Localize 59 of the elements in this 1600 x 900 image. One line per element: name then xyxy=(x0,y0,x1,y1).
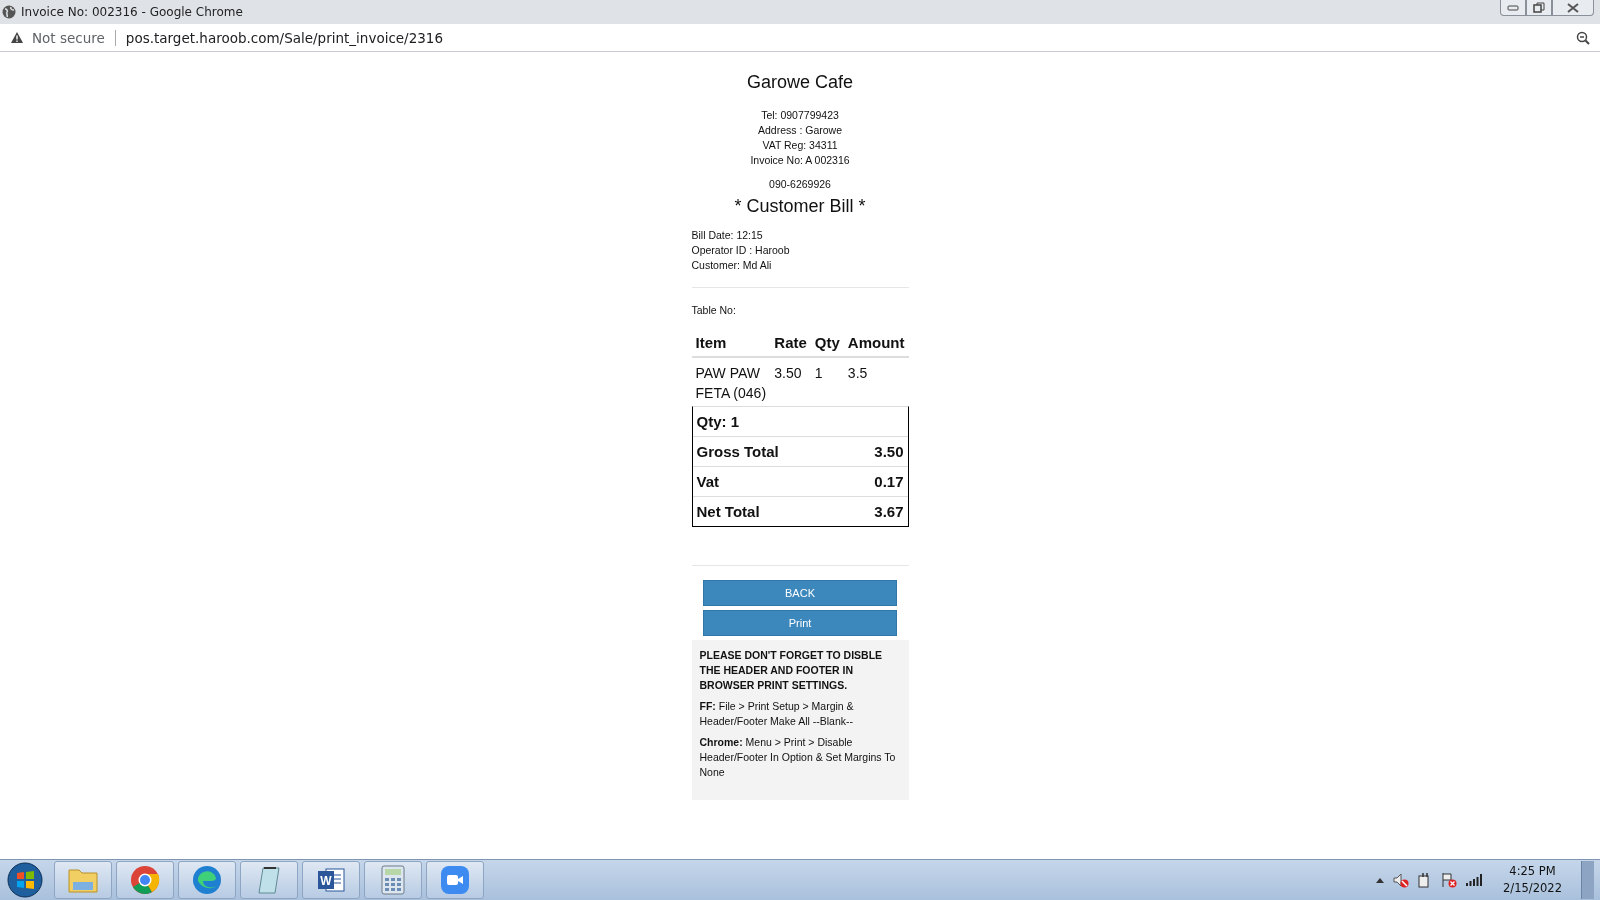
total-value: 0.17 xyxy=(874,473,904,490)
flag-icon[interactable] xyxy=(1441,872,1458,888)
muted-speaker-icon[interactable] xyxy=(1393,872,1410,888)
total-label: Net Total xyxy=(696,503,760,520)
restore-button[interactable] xyxy=(1526,0,1552,16)
quantity-total: Qty: 1 xyxy=(696,413,739,430)
bill-info-line: Operator ID : Haroob xyxy=(691,243,791,258)
column-header: Amount xyxy=(843,330,909,357)
calculator-icon[interactable] xyxy=(381,865,405,895)
chrome-icon[interactable] xyxy=(130,865,160,895)
taskbar-button[interactable] xyxy=(116,861,174,899)
shop-name: Garowe Cafe xyxy=(745,72,855,93)
close-icon[interactable] xyxy=(1567,2,1579,13)
taskbar-button[interactable] xyxy=(364,861,422,899)
clock-time[interactable]: 4:25 PM xyxy=(1509,863,1556,880)
minimize-button[interactable] xyxy=(1500,0,1526,16)
security-label[interactable]: Not secure xyxy=(32,29,105,46)
minimize-icon[interactable] xyxy=(1507,4,1519,11)
restore-icon[interactable] xyxy=(1533,2,1545,13)
column-header: Item xyxy=(691,330,771,357)
clock-date[interactable]: 2/15/2022 xyxy=(1503,880,1562,897)
taskbar-button[interactable] xyxy=(178,861,236,899)
column-header: Rate xyxy=(770,330,811,357)
notice-text: FF: File > Print Setup > Margin & Header/Footer Make All --Blank-- xyxy=(699,699,855,729)
window-title: Invoice No: 002316 - Google Chrome xyxy=(21,5,243,19)
bill-title: * Customer Bill * xyxy=(733,196,867,217)
shop-info-line: Tel: 0907799423 xyxy=(760,108,840,123)
warning-icon xyxy=(10,31,24,44)
table-cell: PAW PAW FETA (046) xyxy=(691,357,771,406)
total-label: Vat xyxy=(696,473,719,490)
video-camera-icon[interactable] xyxy=(440,865,470,895)
table-number-label: Table No: xyxy=(691,304,737,316)
action-button[interactable]: Print xyxy=(703,610,897,636)
shop-info-line: VAT Reg: 34311 xyxy=(761,138,839,153)
taskbar-button[interactable]: W xyxy=(302,861,360,899)
zoom-out-icon[interactable] xyxy=(1576,30,1590,45)
notepad-icon[interactable] xyxy=(255,865,283,895)
address-field[interactable]: pos.target.haroob.com/Sale/print_invoice/2316 xyxy=(125,29,1576,46)
taskbar-button[interactable] xyxy=(426,861,484,899)
column-header: Qty xyxy=(810,330,844,357)
shop-info-line: Address : Garowe xyxy=(756,123,843,138)
start-button[interactable] xyxy=(7,862,43,898)
action-button[interactable]: BACK xyxy=(703,580,897,606)
table-cell: 1 xyxy=(810,357,844,406)
notice-text: Chrome: Menu > Print > Disable Header/Footer In Option & Set Margins To None xyxy=(699,735,897,780)
shop-info-line: Invoice No: A 002316 xyxy=(749,153,851,168)
caret-up-icon[interactable] xyxy=(1376,877,1385,883)
table-cell: 3.50 xyxy=(770,357,811,406)
edge-icon[interactable] xyxy=(192,865,222,895)
phone-number: 090-6269926 xyxy=(768,178,832,190)
signal-bars-icon[interactable] xyxy=(1466,874,1483,886)
close-button[interactable] xyxy=(1552,0,1594,16)
total-label: Gross Total xyxy=(696,443,779,460)
total-value: 3.50 xyxy=(874,443,904,460)
table-cell: 3.5 xyxy=(843,357,909,406)
notice-heading: PLEASE DON'T FORGET TO DISBLE THE HEADER AND FOOTER IN BROWSER PRINT SETTINGS. xyxy=(699,648,884,693)
bill-info-line: Bill Date: 12:15 xyxy=(691,228,764,243)
total-value: 3.67 xyxy=(874,503,904,520)
bill-info-line: Customer: Md Ali xyxy=(691,258,773,273)
